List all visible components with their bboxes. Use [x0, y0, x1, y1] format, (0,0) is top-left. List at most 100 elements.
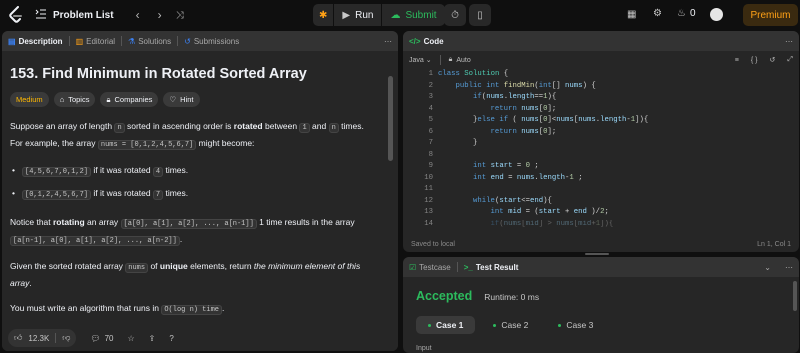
- description-footer: 👍︎ 12.3K 👎︎ 💬︎ 70 ☆ ⇪ ?: [2, 325, 398, 351]
- problem-tags: Medium ⌂ Topics 🔒︎ Companies ♡ Hint: [10, 92, 378, 107]
- language-value: Java: [409, 57, 424, 64]
- tab-submissions[interactable]: ↺ Submissions: [178, 31, 245, 51]
- flame-icon: ♨: [677, 8, 686, 19]
- case-tabs: Case 1 Case 2 Case 3: [416, 316, 605, 334]
- more-options-icon[interactable]: ⋯: [384, 37, 392, 46]
- share-icon[interactable]: ⇪: [149, 334, 156, 343]
- code-line: class Solution {: [438, 70, 509, 78]
- collapse-icon[interactable]: ⌄: [764, 263, 771, 272]
- star-icon[interactable]: ☆: [127, 334, 134, 343]
- more-options-icon[interactable]: ⋯: [785, 263, 793, 272]
- timer-button[interactable]: ⏱: [444, 4, 466, 26]
- line-number: 13: [424, 208, 433, 216]
- layout-icon[interactable]: ▦: [627, 9, 636, 20]
- more-options-icon[interactable]: ⋯: [785, 37, 793, 46]
- braces-icon[interactable]: { }: [751, 57, 758, 64]
- tab-description[interactable]: ▤ Description: [2, 31, 69, 51]
- tab-test-result[interactable]: >_ Test Result: [458, 257, 525, 277]
- code-line: return nums[0];: [490, 127, 557, 136]
- like-dislike-group: 👍︎ 12.3K 👎︎: [8, 329, 77, 347]
- book-icon: ▥: [75, 36, 84, 46]
- terminal-icon: >_: [463, 262, 473, 272]
- save-status: Saved to local: [411, 240, 455, 248]
- streak-counter[interactable]: ♨ 0: [677, 8, 696, 19]
- text: .: [179, 234, 183, 244]
- history-icon: ↺: [184, 36, 191, 46]
- bold-text: rotating: [53, 217, 85, 227]
- text: Notice that: [10, 217, 53, 227]
- language-select[interactable]: Java ⌄: [409, 56, 432, 64]
- text: times.: [163, 188, 189, 198]
- case-tab-1[interactable]: Case 1: [416, 316, 476, 334]
- inline-code: [a[0], a[1], a[2], ..., a[n-1]]: [120, 219, 257, 229]
- line-number: 12: [424, 196, 433, 205]
- comment-count: 70: [104, 333, 114, 343]
- thumbs-down-icon[interactable]: 👎︎: [62, 333, 70, 343]
- inline-code: nums = [0,1,2,4,5,6,7]: [97, 140, 197, 150]
- play-icon: ▶: [342, 9, 351, 21]
- avatar[interactable]: [710, 8, 723, 21]
- companies-label: Companies: [114, 95, 153, 104]
- tag-icon: ⌂: [59, 95, 65, 104]
- line-number: 9: [428, 162, 433, 170]
- comments-button[interactable]: 💬︎ 70: [90, 334, 113, 343]
- comment-icon: 💬︎: [90, 333, 101, 343]
- run-button[interactable]: ▶ Run: [334, 4, 381, 26]
- code-line: }else if ( nums[0]<nums[nums.length-1]){: [438, 116, 649, 124]
- inline-code: [4,5,6,7,0,1,2]: [22, 167, 92, 177]
- problem-list-button[interactable]: Problem List: [35, 9, 114, 22]
- premium-label: Premium: [750, 9, 791, 21]
- divider: [55, 333, 57, 343]
- shuffle-icon[interactable]: ⤨: [176, 10, 184, 21]
- list-item: [0,1,2,4,5,6,7] if it was rotated 7 time…: [10, 186, 378, 203]
- submit-button[interactable]: ☁ Submit: [382, 4, 444, 26]
- case-tab-3[interactable]: Case 3: [546, 316, 605, 334]
- thumbs-up-icon[interactable]: 👍︎: [14, 333, 22, 343]
- tab-testcase[interactable]: ☑ Testcase: [403, 257, 457, 277]
- panel-resize-handle[interactable]: [585, 253, 609, 255]
- code-line: public int findMin(int[] nums) {: [455, 81, 596, 90]
- tab-code[interactable]: </> Code: [403, 31, 450, 51]
- paragraph-task: Given the sorted rotated array nums of u…: [10, 259, 378, 291]
- hint-button[interactable]: ♡ Hint: [163, 92, 200, 107]
- next-problem-icon[interactable]: ›: [158, 8, 162, 22]
- result-scrollbar[interactable]: [793, 281, 797, 311]
- companies-button[interactable]: 🔒︎ Companies: [100, 92, 159, 107]
- note-icon: ▯: [477, 9, 483, 21]
- inline-code: n: [114, 123, 125, 133]
- tab-solutions[interactable]: ⚗ Solutions: [122, 31, 177, 51]
- alarm-clock-icon: ⏱: [451, 9, 459, 21]
- help-icon[interactable]: ?: [169, 334, 173, 343]
- settings-gear-icon[interactable]: ⚙: [653, 8, 662, 19]
- submit-label: Submit: [405, 9, 437, 21]
- debug-button[interactable]: ✱: [313, 4, 333, 26]
- text: between: [262, 121, 300, 131]
- expand-icon[interactable]: ⤢: [787, 56, 793, 64]
- result-tabs: ☑ Testcase >_ Test Result ⌄ ⋯: [403, 257, 799, 277]
- inline-code: [0,1,2,4,5,6,7]: [22, 190, 92, 200]
- code-line: while(start<=end){: [473, 196, 552, 205]
- format-icon[interactable]: ≡: [735, 57, 739, 64]
- paragraph-rotation: Notice that rotating an array [a[0], a[1…: [10, 215, 378, 249]
- prev-problem-icon[interactable]: ‹: [136, 8, 140, 22]
- text: of: [148, 261, 160, 271]
- case-tab-2[interactable]: Case 2: [481, 316, 540, 334]
- text: times.: [163, 165, 189, 175]
- bold-text: unique: [159, 261, 188, 271]
- difficulty-badge[interactable]: Medium: [10, 92, 49, 107]
- text: elements, return: [187, 261, 254, 271]
- tab-editorial[interactable]: ▥ Editorial: [70, 31, 121, 51]
- paragraph-intro: Suppose an array of length n sorted in a…: [10, 119, 378, 153]
- notes-button[interactable]: ▯: [469, 4, 491, 26]
- reset-icon[interactable]: ↺: [770, 56, 776, 64]
- premium-button[interactable]: Premium: [743, 4, 798, 26]
- description-panel: ▤ Description ▥ Editorial ⚗ Solutions ↺ …: [2, 31, 398, 351]
- leetcode-logo-icon[interactable]: [9, 6, 23, 24]
- case-label: Case 1: [436, 320, 464, 330]
- description-scrollbar[interactable]: [388, 76, 393, 161]
- topics-button[interactable]: ⌂ Topics: [53, 92, 96, 107]
- line-numbers: 1 2 3 4 5 6 7 8 9 10 11 12 13 14: [403, 69, 433, 230]
- cursor-position: Ln 1, Col 1: [757, 240, 791, 248]
- code-editor[interactable]: 1 2 3 4 5 6 7 8 9 10 11 12 13 14 class S…: [403, 69, 799, 231]
